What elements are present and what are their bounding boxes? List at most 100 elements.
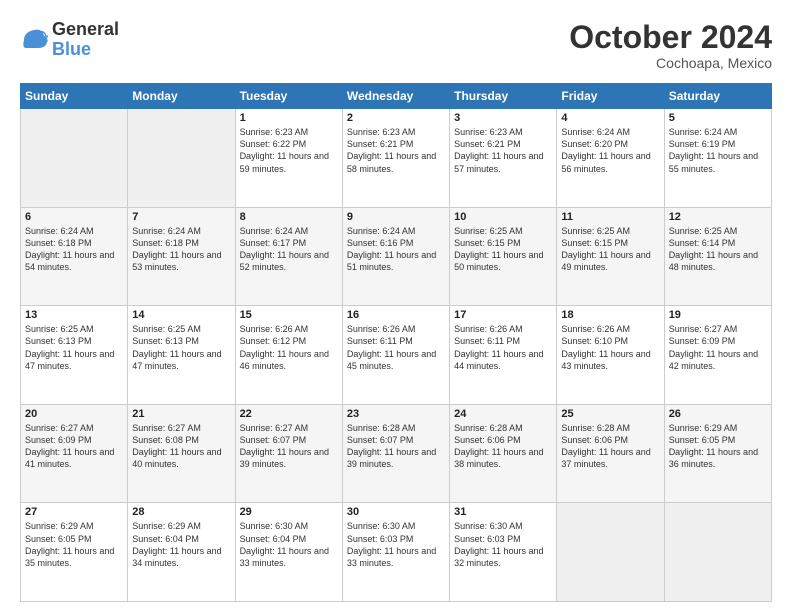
calendar-cell: 28 Sunrise: 6:29 AM Sunset: 6:04 PM Dayli…: [128, 503, 235, 602]
day-number: 24: [454, 408, 552, 420]
calendar-cell: 5 Sunrise: 6:24 AM Sunset: 6:19 PM Daylig…: [664, 109, 771, 208]
calendar-cell: 30 Sunrise: 6:30 AM Sunset: 6:03 PM Dayli…: [342, 503, 449, 602]
calendar-row: 27Sunrise: 6:29 AM Sunset: 6:05 PM Dayli…: [21, 503, 772, 602]
day-info: Sunrise: 6:28 AM Sunset: 6:07 PM Dayligh…: [347, 422, 445, 471]
day-number: 31: [454, 506, 552, 518]
calendar-cell: 11 Sunrise: 6:25 AM Sunset: 6:15 PM Dayli…: [557, 207, 664, 306]
weekday-header: Sunday: [21, 84, 128, 109]
day-info: Sunrise: 6:29 AM Sunset: 6:05 PM Dayligh…: [669, 422, 767, 471]
day-number: 17: [454, 309, 552, 321]
calendar-cell: 25 Sunrise: 6:28 AM Sunset: 6:06 PM Dayli…: [557, 404, 664, 503]
weekday-header: Wednesday: [342, 84, 449, 109]
month-title: October 2024: [569, 20, 772, 55]
day-number: 19: [669, 309, 767, 321]
calendar-cell: [21, 109, 128, 208]
calendar-cell: 9Sunrise: 6:24 AM Sunset: 6:16 PM Daylig…: [342, 207, 449, 306]
logo-line1: General: [52, 20, 119, 40]
day-number: 6: [25, 211, 123, 223]
calendar-row: 6 Sunrise: 6:24 AM Sunset: 6:18 PM Daylig…: [21, 207, 772, 306]
day-info: Sunrise: 6:25 AM Sunset: 6:15 PM Dayligh…: [561, 225, 659, 274]
calendar-cell: 13Sunrise: 6:25 AM Sunset: 6:13 PM Dayli…: [21, 306, 128, 405]
calendar-cell: 15Sunrise: 6:26 AM Sunset: 6:12 PM Dayli…: [235, 306, 342, 405]
day-number: 16: [347, 309, 445, 321]
day-number: 22: [240, 408, 338, 420]
calendar-cell: 26 Sunrise: 6:29 AM Sunset: 6:05 PM Dayli…: [664, 404, 771, 503]
day-number: 18: [561, 309, 659, 321]
day-number: 11: [561, 211, 659, 223]
day-info: Sunrise: 6:28 AM Sunset: 6:06 PM Dayligh…: [454, 422, 552, 471]
day-info: Sunrise: 6:26 AM Sunset: 6:11 PM Dayligh…: [347, 323, 445, 372]
day-number: 23: [347, 408, 445, 420]
calendar-cell: 27Sunrise: 6:29 AM Sunset: 6:05 PM Dayli…: [21, 503, 128, 602]
weekday-header: Friday: [557, 84, 664, 109]
day-info: Sunrise: 6:24 AM Sunset: 6:18 PM Dayligh…: [132, 225, 230, 274]
day-info: Sunrise: 6:24 AM Sunset: 6:18 PM Dayligh…: [25, 225, 123, 274]
day-info: Sunrise: 6:25 AM Sunset: 6:13 PM Dayligh…: [132, 323, 230, 372]
day-info: Sunrise: 6:29 AM Sunset: 6:04 PM Dayligh…: [132, 520, 230, 569]
calendar-row: 13Sunrise: 6:25 AM Sunset: 6:13 PM Dayli…: [21, 306, 772, 405]
calendar-table: SundayMondayTuesdayWednesdayThursdayFrid…: [20, 83, 772, 602]
day-number: 21: [132, 408, 230, 420]
day-info: Sunrise: 6:30 AM Sunset: 6:03 PM Dayligh…: [347, 520, 445, 569]
calendar-cell: 23 Sunrise: 6:28 AM Sunset: 6:07 PM Dayli…: [342, 404, 449, 503]
day-info: Sunrise: 6:27 AM Sunset: 6:09 PM Dayligh…: [25, 422, 123, 471]
day-number: 27: [25, 506, 123, 518]
day-number: 4: [561, 112, 659, 124]
calendar-cell: 31 Sunrise: 6:30 AM Sunset: 6:03 PM Dayli…: [450, 503, 557, 602]
day-info: Sunrise: 6:26 AM Sunset: 6:12 PM Dayligh…: [240, 323, 338, 372]
day-info: Sunrise: 6:26 AM Sunset: 6:11 PM Dayligh…: [454, 323, 552, 372]
calendar-cell: [128, 109, 235, 208]
page: General Blue October 2024 Cochoapa, Mexi…: [0, 0, 792, 612]
logo-line2: Blue: [52, 39, 91, 59]
title-block: October 2024 Cochoapa, Mexico: [569, 20, 772, 71]
day-info: Sunrise: 6:28 AM Sunset: 6:06 PM Dayligh…: [561, 422, 659, 471]
day-info: Sunrise: 6:24 AM Sunset: 6:20 PM Dayligh…: [561, 126, 659, 175]
day-number: 7: [132, 211, 230, 223]
calendar-cell: [557, 503, 664, 602]
calendar-cell: 21 Sunrise: 6:27 AM Sunset: 6:08 PM Dayli…: [128, 404, 235, 503]
calendar-cell: 8 Sunrise: 6:24 AM Sunset: 6:17 PM Daylig…: [235, 207, 342, 306]
day-number: 2: [347, 112, 445, 124]
weekday-header: Tuesday: [235, 84, 342, 109]
day-number: 26: [669, 408, 767, 420]
logo: General Blue: [20, 20, 119, 60]
day-info: Sunrise: 6:24 AM Sunset: 6:16 PM Dayligh…: [347, 225, 445, 274]
day-number: 8: [240, 211, 338, 223]
day-number: 12: [669, 211, 767, 223]
calendar-cell: 2Sunrise: 6:23 AM Sunset: 6:21 PM Daylig…: [342, 109, 449, 208]
day-number: 29: [240, 506, 338, 518]
day-info: Sunrise: 6:25 AM Sunset: 6:14 PM Dayligh…: [669, 225, 767, 274]
calendar-cell: 3Sunrise: 6:23 AM Sunset: 6:21 PM Daylig…: [450, 109, 557, 208]
calendar-cell: 29Sunrise: 6:30 AM Sunset: 6:04 PM Dayli…: [235, 503, 342, 602]
day-info: Sunrise: 6:26 AM Sunset: 6:10 PM Dayligh…: [561, 323, 659, 372]
calendar-cell: 19 Sunrise: 6:27 AM Sunset: 6:09 PM Dayli…: [664, 306, 771, 405]
calendar-cell: 6 Sunrise: 6:24 AM Sunset: 6:18 PM Daylig…: [21, 207, 128, 306]
day-number: 25: [561, 408, 659, 420]
calendar-cell: 18 Sunrise: 6:26 AM Sunset: 6:10 PM Dayli…: [557, 306, 664, 405]
day-info: Sunrise: 6:30 AM Sunset: 6:03 PM Dayligh…: [454, 520, 552, 569]
calendar-cell: 22 Sunrise: 6:27 AM Sunset: 6:07 PM Dayli…: [235, 404, 342, 503]
calendar-row: 20Sunrise: 6:27 AM Sunset: 6:09 PM Dayli…: [21, 404, 772, 503]
day-info: Sunrise: 6:23 AM Sunset: 6:22 PM Dayligh…: [240, 126, 338, 175]
day-number: 14: [132, 309, 230, 321]
calendar-cell: 24 Sunrise: 6:28 AM Sunset: 6:06 PM Dayli…: [450, 404, 557, 503]
calendar-cell: 20Sunrise: 6:27 AM Sunset: 6:09 PM Dayli…: [21, 404, 128, 503]
calendar-cell: 10Sunrise: 6:25 AM Sunset: 6:15 PM Dayli…: [450, 207, 557, 306]
day-number: 5: [669, 112, 767, 124]
calendar-cell: 7 Sunrise: 6:24 AM Sunset: 6:18 PM Daylig…: [128, 207, 235, 306]
day-number: 28: [132, 506, 230, 518]
day-number: 3: [454, 112, 552, 124]
day-number: 30: [347, 506, 445, 518]
calendar-cell: 16 Sunrise: 6:26 AM Sunset: 6:11 PM Dayli…: [342, 306, 449, 405]
day-info: Sunrise: 6:24 AM Sunset: 6:19 PM Dayligh…: [669, 126, 767, 175]
day-info: Sunrise: 6:27 AM Sunset: 6:09 PM Dayligh…: [669, 323, 767, 372]
calendar-cell: 12 Sunrise: 6:25 AM Sunset: 6:14 PM Dayli…: [664, 207, 771, 306]
day-info: Sunrise: 6:24 AM Sunset: 6:17 PM Dayligh…: [240, 225, 338, 274]
day-info: Sunrise: 6:27 AM Sunset: 6:07 PM Dayligh…: [240, 422, 338, 471]
day-info: Sunrise: 6:27 AM Sunset: 6:08 PM Dayligh…: [132, 422, 230, 471]
weekday-header: Monday: [128, 84, 235, 109]
calendar-cell: 4 Sunrise: 6:24 AM Sunset: 6:20 PM Daylig…: [557, 109, 664, 208]
calendar-header-row: SundayMondayTuesdayWednesdayThursdayFrid…: [21, 84, 772, 109]
weekday-header: Thursday: [450, 84, 557, 109]
day-info: Sunrise: 6:25 AM Sunset: 6:13 PM Dayligh…: [25, 323, 123, 372]
